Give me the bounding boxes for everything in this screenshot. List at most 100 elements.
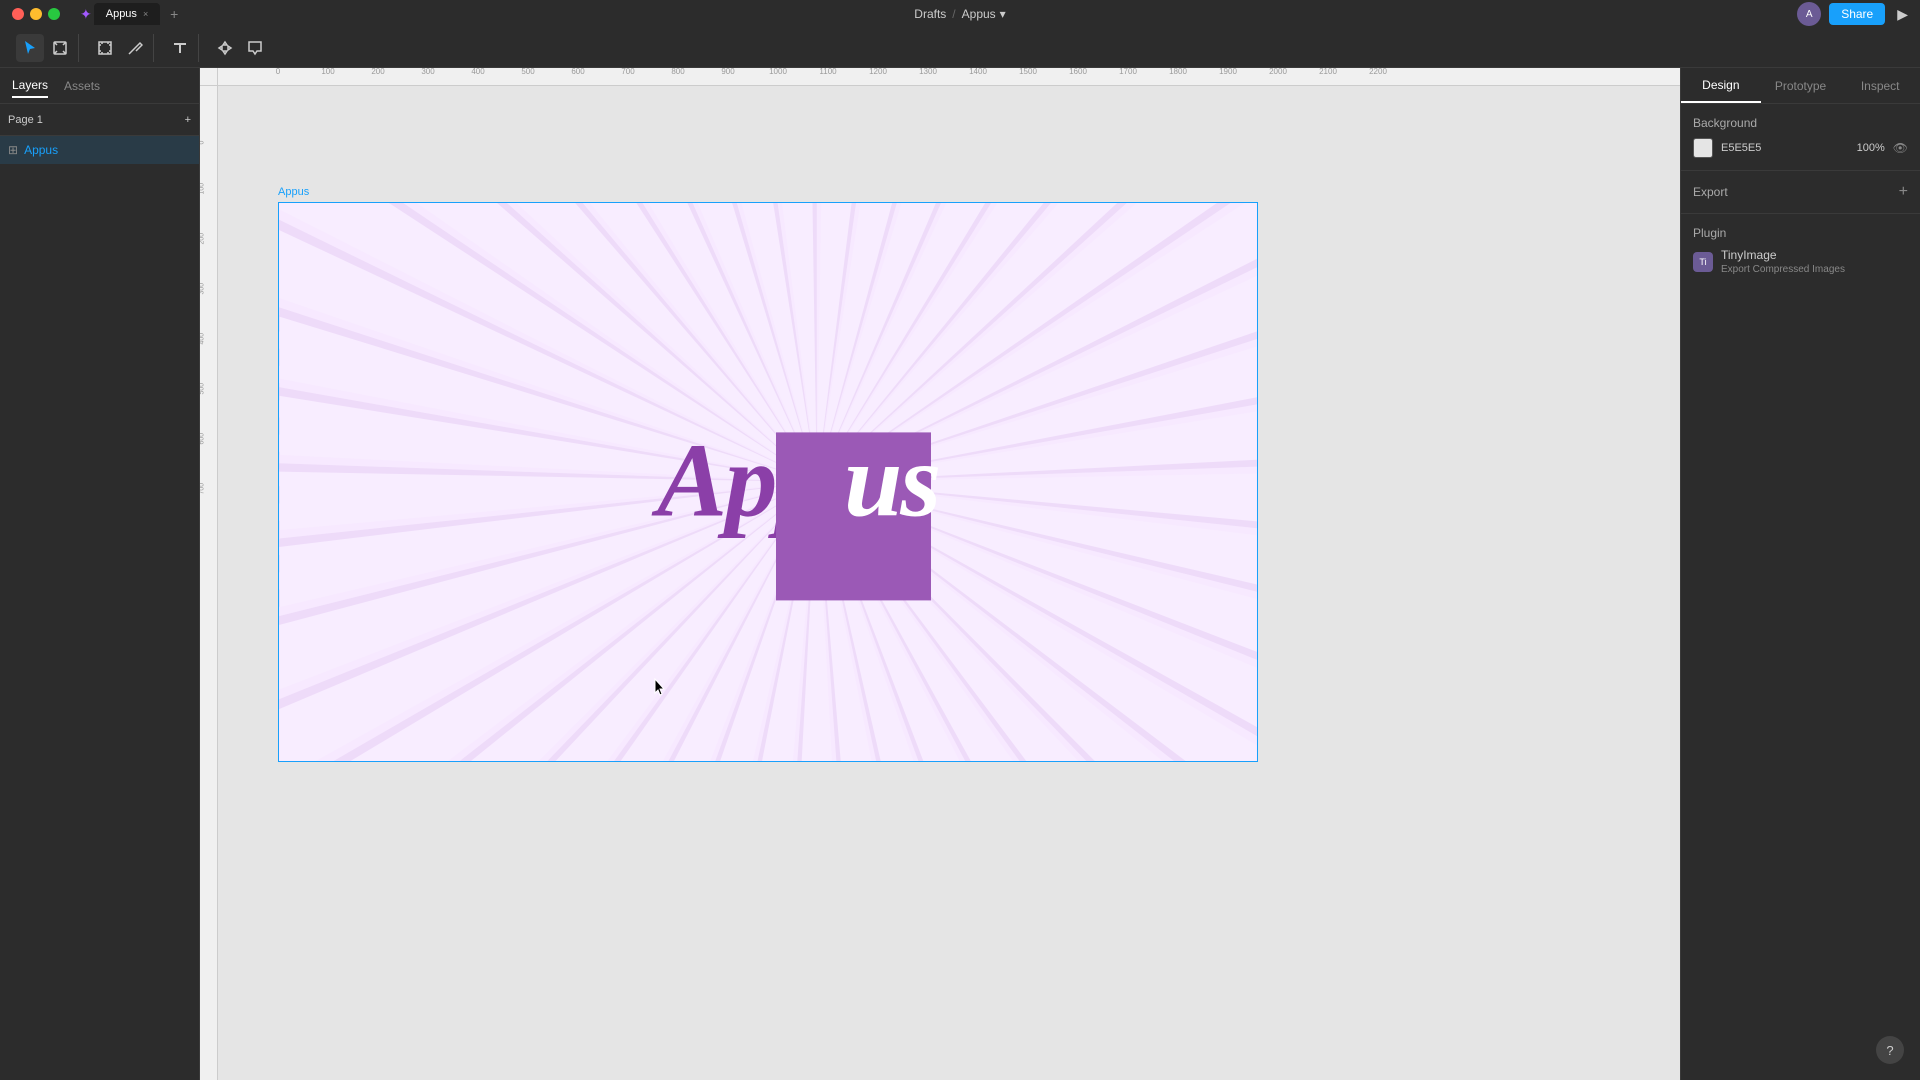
inspect-tab[interactable]: Inspect: [1840, 68, 1920, 103]
ruler-mark-1200: 1200: [869, 68, 887, 76]
logo-area: Appus us: [657, 427, 921, 532]
titlebar-right: A Share ▶: [1797, 2, 1908, 26]
component-tools-group: [207, 34, 273, 62]
ruler-mark-600: 600: [571, 68, 584, 76]
background-section-title: Background: [1693, 116, 1908, 130]
panel-tabs: Layers Assets: [0, 68, 199, 104]
plugin-section-title: Plugin: [1693, 226, 1908, 240]
export-section: Export +: [1681, 171, 1920, 214]
ruler-mark-1100: 1100: [819, 68, 836, 76]
background-color-swatch[interactable]: [1693, 138, 1713, 158]
v-ruler-mark-600: 600: [200, 433, 206, 445]
layers-tab[interactable]: Layers: [12, 74, 48, 98]
frame-tool[interactable]: [91, 34, 119, 62]
canvas-area[interactable]: 0 100 200 300 400 500 600 700 800 900 10…: [200, 68, 1680, 1080]
plugin-tinyimage[interactable]: Ti TinyImage Export Compressed Images: [1693, 248, 1908, 275]
ruler-mark-900: 900: [721, 68, 734, 76]
text-tools-group: [162, 34, 199, 62]
dropdown-icon: ▾: [1000, 7, 1006, 21]
v-ruler-mark-0: 0: [200, 141, 206, 145]
ruler-mark-1300: 1300: [919, 68, 937, 76]
move-tool[interactable]: [16, 34, 44, 62]
tab-appus[interactable]: Appus ×: [94, 3, 160, 25]
share-button[interactable]: Share: [1829, 3, 1885, 25]
component-tool[interactable]: [211, 34, 239, 62]
ruler-mark-2200: 2200: [1369, 68, 1387, 76]
breadcrumb-drafts[interactable]: Drafts: [914, 7, 946, 21]
ruler-mark-1700: 1700: [1119, 68, 1137, 76]
plugin-info: TinyImage Export Compressed Images: [1721, 248, 1845, 275]
play-button[interactable]: ▶: [1897, 6, 1908, 23]
ruler-mark-1900: 1900: [1219, 68, 1237, 76]
select-tools-group: [12, 34, 79, 62]
text-tool[interactable]: [166, 34, 194, 62]
export-row: Export +: [1693, 183, 1908, 201]
layer-name: Appus: [24, 143, 58, 157]
tab-label: Appus: [106, 8, 137, 20]
plugin-icon: Ti: [1693, 252, 1713, 272]
prototype-tab[interactable]: Prototype: [1761, 68, 1841, 103]
background-eye-button[interactable]: 👁: [1893, 141, 1908, 155]
ruler-mark-700: 700: [621, 68, 634, 76]
ruler-mark-1500: 1500: [1019, 68, 1037, 76]
layer-eye-icon[interactable]: 👁: [178, 145, 191, 156]
help-button[interactable]: ?: [1876, 1036, 1904, 1064]
ruler-mark-500: 500: [521, 68, 534, 76]
breadcrumb-separator: /: [952, 7, 955, 21]
right-panel: Design Prototype Inspect Background E5E5…: [1680, 68, 1920, 1080]
ruler-mark-400: 400: [471, 68, 484, 76]
ruler-mark-0: 0: [276, 68, 280, 76]
plugin-description: Export Compressed Images: [1721, 264, 1845, 275]
horizontal-ruler: 0 100 200 300 400 500 600 700 800 900 10…: [218, 68, 1680, 86]
maximize-window-button[interactable]: [48, 8, 60, 20]
v-ruler-mark-400: 400: [200, 333, 206, 345]
current-page-label: Page 1: [8, 114, 43, 126]
pen-tool[interactable]: [121, 34, 149, 62]
new-tab-button[interactable]: +: [166, 6, 182, 22]
page-selector[interactable]: Page 1 +: [0, 104, 199, 136]
background-opacity-value[interactable]: 100%: [1857, 142, 1885, 154]
design-frame-wrapper: Appus: [278, 186, 1258, 762]
ruler-mark-2100: 2100: [1319, 68, 1337, 76]
project-name-label: Appus: [962, 7, 996, 21]
frame-label: Appus: [278, 186, 1258, 198]
export-label: Export: [1693, 185, 1728, 199]
layer-item-appus[interactable]: ⊞ Appus 🔒 👁: [0, 136, 199, 164]
ruler-mark-2000: 2000: [1269, 68, 1287, 76]
background-section: Background E5E5E5 100% 👁: [1681, 104, 1920, 171]
traffic-lights: [12, 8, 60, 20]
layer-frame-icon: ⊞: [8, 143, 18, 157]
assets-tab[interactable]: Assets: [64, 75, 100, 97]
export-add-button[interactable]: +: [1899, 183, 1908, 201]
v-ruler-mark-300: 300: [200, 283, 206, 295]
ruler-mark-1600: 1600: [1069, 68, 1087, 76]
design-tab[interactable]: Design: [1681, 68, 1761, 103]
tab-close-button[interactable]: ×: [143, 9, 148, 19]
minimize-window-button[interactable]: [30, 8, 42, 20]
ruler-mark-100: 100: [321, 68, 334, 76]
comment-tool[interactable]: [241, 34, 269, 62]
ruler-mark-1400: 1400: [969, 68, 987, 76]
breadcrumb: Drafts / Appus ▾: [914, 7, 1005, 21]
logo-box-text: us: [844, 427, 939, 532]
ruler-corner: [200, 68, 218, 86]
v-ruler-mark-500: 500: [200, 383, 206, 395]
design-frame[interactable]: Appus us: [278, 202, 1258, 762]
canvas-scroll[interactable]: Appus: [218, 86, 1680, 1080]
v-ruler-mark-200: 200: [200, 233, 206, 245]
close-window-button[interactable]: [12, 8, 24, 20]
plugin-name: TinyImage: [1721, 248, 1845, 262]
tab-area: ✦ Appus × +: [80, 3, 182, 25]
toolbar: [0, 28, 1920, 68]
layer-lock-icon[interactable]: 🔒: [162, 145, 174, 156]
left-panel: Layers Assets Page 1 + ⊞ Appus 🔒 👁: [0, 68, 200, 1080]
plugin-section: Plugin Ti TinyImage Export Compressed Im…: [1681, 214, 1920, 287]
add-page-button[interactable]: +: [185, 114, 191, 126]
page-actions: +: [185, 114, 191, 126]
app-logo: ✦: [80, 6, 92, 23]
background-color-value[interactable]: E5E5E5: [1721, 142, 1849, 154]
ruler-mark-1000: 1000: [769, 68, 787, 76]
scale-tool[interactable]: [46, 34, 74, 62]
ruler-mark-300: 300: [421, 68, 434, 76]
project-name-dropdown[interactable]: Appus ▾: [962, 7, 1006, 21]
